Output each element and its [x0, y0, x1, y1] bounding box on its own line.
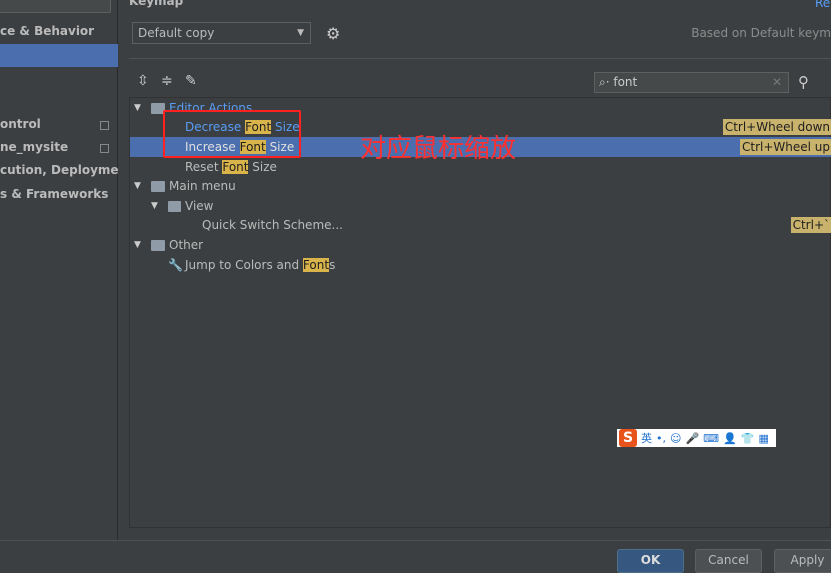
search-value: font	[613, 75, 638, 89]
sidebar-item-languages-frameworks[interactable]: s & Frameworks	[0, 183, 118, 206]
settings-sidebar: ce & Behavior ontrol ne_mysite cution, D…	[0, 0, 118, 540]
node-label: Reset	[185, 160, 223, 174]
project-scope-icon	[100, 121, 109, 130]
match-highlight: Font	[222, 160, 249, 174]
edit-icon[interactable]: ✎	[185, 73, 197, 89]
cancel-button[interactable]: Cancel	[695, 549, 762, 573]
find-by-shortcut-icon[interactable]: ⚲	[798, 73, 809, 91]
node-label: Other	[169, 238, 204, 252]
annotation-box	[163, 110, 301, 158]
emoji-icon[interactable]: ☺	[670, 432, 681, 445]
scheme-value: Default copy	[138, 26, 215, 40]
ok-button[interactable]: OK	[617, 549, 684, 573]
node-label: Quick Switch Scheme...	[202, 218, 343, 232]
keymap-search-input[interactable]: ⌕· font ✕	[594, 72, 789, 93]
ime-toolbar[interactable]: S 英 •, ☺ 🎤 ⌨ 👤 👕 ▦	[617, 429, 776, 447]
sidebar-item-appearance-behavior[interactable]: ce & Behavior	[0, 20, 118, 43]
user-icon[interactable]: 👤	[723, 432, 737, 445]
reset-link[interactable]: Re	[815, 0, 830, 10]
match-highlight: Font	[302, 258, 330, 272]
clear-icon[interactable]: ✕	[772, 73, 782, 92]
collapse-all-icon[interactable]: ≑	[161, 73, 173, 89]
tree-node-main-menu[interactable]: ▼ Main menu	[130, 176, 831, 196]
node-label: View	[185, 199, 214, 213]
page-title: Keymap	[129, 0, 184, 8]
node-label: s	[329, 258, 336, 272]
expand-all-icon[interactable]: ⇳	[137, 73, 149, 89]
microphone-icon[interactable]: 🎤	[685, 432, 699, 445]
node-label: Jump to Colors and	[185, 258, 303, 272]
sogou-logo-icon: S	[619, 429, 637, 447]
gear-icon[interactable]: ⚙	[326, 24, 340, 43]
node-label: Main menu	[169, 179, 236, 193]
shortcut-badge: Ctrl+`	[790, 217, 831, 233]
sidebar-item-build-execution-deployment[interactable]: cution, Deployment	[0, 159, 118, 182]
sidebar-item-keymap[interactable]	[0, 44, 118, 67]
annotation-text: 对应鼠标缩放	[360, 134, 517, 164]
folder-icon	[168, 201, 181, 212]
tree-node-other[interactable]: ▼ Other	[130, 235, 831, 255]
menu-icon	[151, 181, 165, 192]
search-icon: ⌕·	[599, 75, 614, 89]
shortcut-badge: Ctrl+Wheel down	[722, 119, 831, 135]
wrench-icon: 🔧	[168, 258, 183, 272]
divider	[129, 58, 831, 59]
toolbox-icon[interactable]: ▦	[758, 432, 768, 445]
skin-icon[interactable]: 👕	[741, 432, 755, 445]
tree-row-jump-to-colors-fonts[interactable]: 🔧 Jump to Colors and Fonts	[130, 255, 831, 275]
project-scope-icon	[100, 144, 109, 153]
chevron-down-icon: ▼	[297, 28, 304, 38]
keyboard-icon[interactable]: ⌨	[703, 432, 719, 445]
ime-lang[interactable]: 英	[641, 430, 652, 446]
tree-node-view[interactable]: ▼ View	[130, 196, 831, 216]
shortcut-badge: Ctrl+Wheel up	[739, 139, 831, 155]
based-on-label: Based on Default keym	[691, 26, 831, 40]
apply-button[interactable]: Apply	[774, 549, 831, 573]
node-label: Size	[248, 160, 277, 174]
other-icon	[151, 240, 165, 251]
punctuation-icon[interactable]: •,	[656, 432, 666, 445]
settings-search-input[interactable]	[0, 0, 111, 13]
keymap-scheme-select[interactable]: Default copy ▼	[132, 22, 311, 44]
tree-row-quick-switch-scheme[interactable]: Quick Switch Scheme... Ctrl+`	[130, 215, 831, 235]
divider	[0, 540, 831, 541]
